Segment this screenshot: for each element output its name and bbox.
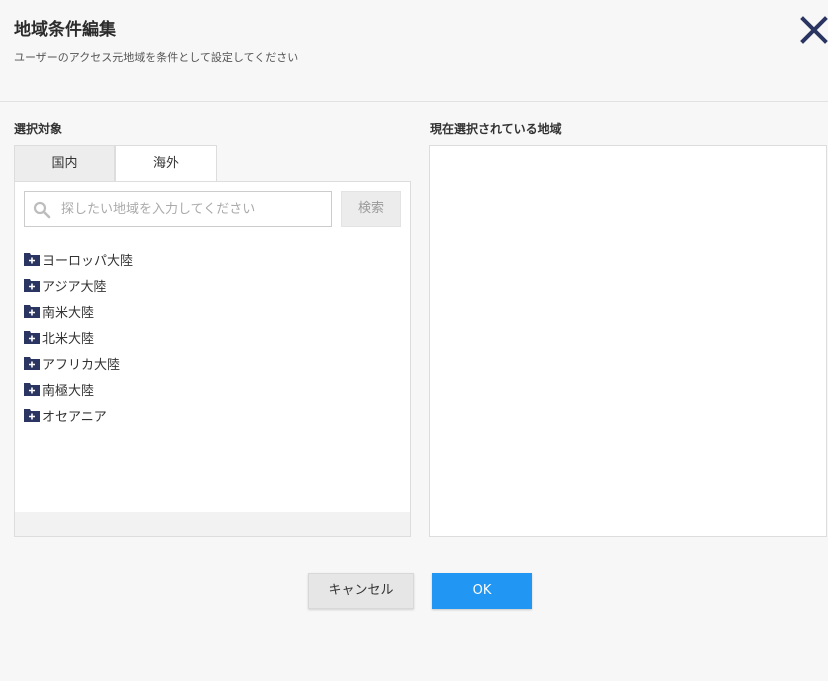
- cancel-button[interactable]: キャンセル: [308, 573, 414, 609]
- tree-item-label: ヨーロッパ大陸: [42, 253, 134, 269]
- tree-item-europe[interactable]: ヨーロッパ大陸: [24, 246, 133, 272]
- selected-regions-list: [429, 145, 827, 537]
- tree-item-label: 南米大陸: [42, 305, 95, 321]
- folder-plus-icon[interactable]: [24, 304, 40, 318]
- folder-plus-icon[interactable]: [24, 330, 40, 344]
- header-divider: [0, 101, 828, 102]
- folder-plus-icon[interactable]: [24, 408, 40, 422]
- selected-regions-label: 現在選択されている地域: [430, 122, 562, 136]
- folder-plus-icon[interactable]: [24, 252, 40, 266]
- dialog-title: 地域条件編集: [14, 20, 116, 40]
- folder-plus-icon[interactable]: [24, 382, 40, 396]
- region-search-input[interactable]: [61, 192, 327, 226]
- folder-plus-icon[interactable]: [24, 278, 40, 292]
- search-icon: [33, 201, 51, 219]
- tree-item-label: アフリカ大陸: [42, 357, 121, 373]
- tree-item-africa[interactable]: アフリカ大陸: [24, 350, 133, 376]
- selection-target-label: 選択対象: [14, 122, 63, 136]
- close-button[interactable]: [798, 14, 828, 46]
- tree-item-label: 南極大陸: [42, 383, 95, 399]
- folder-plus-icon[interactable]: [24, 356, 40, 370]
- search-button[interactable]: 検索: [341, 191, 401, 227]
- tab-domestic[interactable]: 国内: [14, 145, 115, 181]
- tree-item-label: 北米大陸: [42, 331, 95, 347]
- tree-item-oceania[interactable]: オセアニア: [24, 402, 133, 428]
- region-tree: ヨーロッパ大陸 アジア大陸 南米大陸 北米大陸 アフリカ大陸 南極大陸 オセアニ…: [24, 246, 133, 428]
- region-tree-panel: 検索 ヨーロッパ大陸 アジア大陸: [14, 181, 411, 537]
- ok-button[interactable]: OK: [432, 573, 532, 609]
- tree-item-label: オセアニア: [42, 409, 107, 425]
- search-box: [24, 191, 332, 227]
- dialog-subtitle: ユーザーのアクセス元地域を条件として設定してください: [14, 51, 299, 64]
- tree-item-label: アジア大陸: [42, 279, 107, 295]
- tree-item-antarctica[interactable]: 南極大陸: [24, 376, 133, 402]
- tree-panel-footer: [15, 512, 410, 536]
- tree-item-asia[interactable]: アジア大陸: [24, 272, 133, 298]
- tree-item-north-america[interactable]: 北米大陸: [24, 324, 133, 350]
- region-tabs: 国内 海外: [14, 145, 411, 182]
- close-icon: [800, 16, 828, 44]
- tab-overseas[interactable]: 海外: [115, 145, 217, 182]
- tree-item-south-america[interactable]: 南米大陸: [24, 298, 133, 324]
